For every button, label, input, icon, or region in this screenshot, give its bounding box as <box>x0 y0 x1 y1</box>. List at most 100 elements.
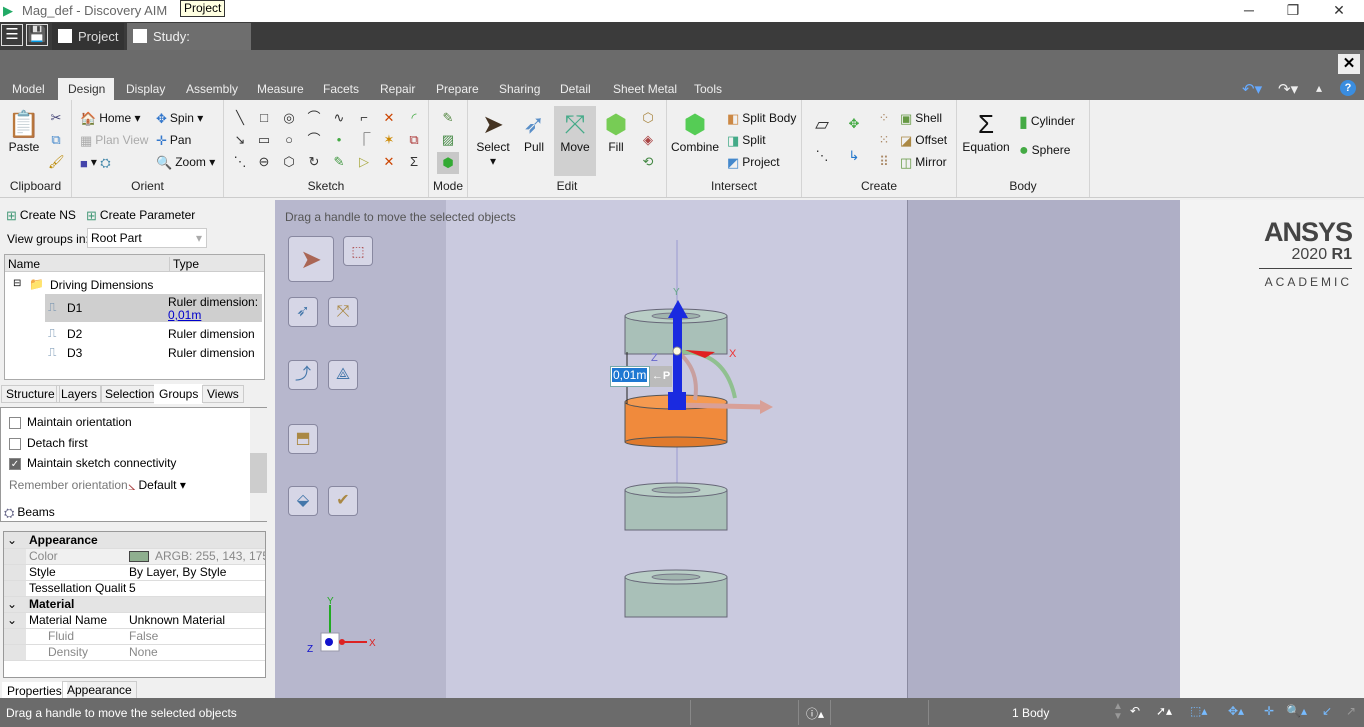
restore-button[interactable]: ❐ <box>1278 2 1308 19</box>
next-view-icon[interactable]: ↗ <box>1346 704 1356 718</box>
origin-icon[interactable]: ✥ <box>846 116 862 132</box>
sketch-mode-icon[interactable]: ✎ <box>440 110 456 126</box>
info-icon[interactable]: ⓘ▴ <box>806 705 824 722</box>
linear-pattern-icon[interactable]: ⁘ <box>876 110 892 126</box>
zoom-status-icon[interactable]: 🔍▴ <box>1286 704 1307 718</box>
tab-repair[interactable]: Repair <box>374 78 421 100</box>
split-body-button[interactable]: ◧ Split Body <box>727 111 796 127</box>
split-curve-icon[interactable]: ✕ <box>381 154 397 170</box>
move-button[interactable]: ⤧ Move <box>554 106 596 176</box>
orientation-dropdown[interactable]: ⦣ Default ▾ <box>128 478 186 494</box>
help-icon[interactable]: ? <box>1340 80 1356 96</box>
property-row-fluid[interactable]: Fluid False <box>4 628 265 645</box>
spin-status-icon[interactable]: ✥▴ <box>1228 704 1244 718</box>
shell-button[interactable]: ▣ Shell <box>900 111 942 127</box>
tab-measure[interactable]: Measure <box>251 78 310 100</box>
tab-facets[interactable]: Facets <box>317 78 365 100</box>
tab-project[interactable]: Project <box>52 23 124 50</box>
column-type[interactable]: Type <box>169 257 199 271</box>
collapse-icon[interactable]: ⊟ <box>13 278 21 289</box>
section-mode-icon[interactable]: ▨ <box>440 132 456 148</box>
offset-curve-icon[interactable]: ⎾ <box>356 132 372 148</box>
tab-sheet-metal[interactable]: Sheet Metal <box>607 78 683 100</box>
select-button[interactable]: ➤ Select ▾ <box>472 108 514 168</box>
property-row-tessellation[interactable]: Tessellation Qualit 5 <box>4 580 265 597</box>
spin-button[interactable]: ✥ Spin ▾ <box>156 111 203 127</box>
copy-icon[interactable]: ⧉ <box>48 132 64 148</box>
dimension-value-link[interactable]: 0,01m <box>168 308 201 322</box>
3d-viewport[interactable]: Drag a handle to move the selected objec… <box>275 200 1180 698</box>
view-groups-select[interactable]: Root Part ▾ <box>87 228 207 248</box>
circle-tool-icon[interactable]: ◎ <box>281 110 297 126</box>
equation-button[interactable]: Σ Equation <box>961 108 1011 154</box>
property-row-density[interactable]: Density None <box>4 644 265 661</box>
tab-design[interactable]: Design <box>58 78 114 100</box>
tab-selection[interactable]: Selection <box>100 385 160 403</box>
axis-icon[interactable]: ⋱ <box>814 148 830 164</box>
view-cube-button[interactable]: ■ ▾ ⛭ <box>80 155 114 171</box>
plane-icon[interactable]: ▱ <box>814 115 830 133</box>
material-header[interactable]: ⌄ Material <box>4 596 265 613</box>
arc-sweep-tool-icon[interactable]: ◜ <box>406 110 422 126</box>
tree-item-d1[interactable]: ⎍ D1 Ruler dimension: 0,01m <box>45 294 262 322</box>
pull-button[interactable]: ➶ Pull <box>513 108 555 154</box>
split-button[interactable]: ◨ Split <box>727 133 766 149</box>
tab-prepare[interactable]: Prepare <box>430 78 485 100</box>
tab-display[interactable]: Display <box>120 78 171 100</box>
cut-icon[interactable]: ✂ <box>48 110 64 126</box>
three-point-rectangle-icon[interactable]: ▭ <box>256 132 272 148</box>
tree-item-d2[interactable]: ⎍ D2 Ruler dimension <box>45 325 262 343</box>
detach-first-checkbox[interactable]: Detach first <box>9 436 88 450</box>
mirror-button[interactable]: ◫ Mirror <box>900 155 947 171</box>
project-button[interactable]: ◩ Project <box>727 155 780 171</box>
maintain-sketch-checkbox[interactable]: ✓ Maintain sketch connectivity <box>9 456 176 470</box>
redo-icon[interactable]: ↷▾ <box>1278 80 1298 98</box>
point-tool-icon[interactable]: • <box>331 132 347 148</box>
offset-button[interactable]: ◪ Offset <box>900 133 947 149</box>
dimension-parameter-button[interactable]: ←P <box>650 366 672 387</box>
tab-structure[interactable]: Structure <box>1 385 60 403</box>
line-tool-icon[interactable]: ╲ <box>232 110 248 126</box>
tangent-line-icon[interactable]: ↘ <box>232 132 248 148</box>
previous-view-icon[interactable]: ↙ <box>1322 704 1332 718</box>
tab-appearance[interactable]: Appearance <box>62 681 137 699</box>
tab-detail[interactable]: Detail <box>554 78 597 100</box>
equation-curve-icon[interactable]: Σ <box>406 154 422 170</box>
select-mode-icon[interactable]: ➚▴ <box>1156 704 1172 718</box>
close-study-button[interactable]: ✕ <box>1338 54 1360 74</box>
coordinate-system-icon[interactable]: ↳ <box>846 148 862 164</box>
bend-tool-icon[interactable]: ⌐ <box>356 110 372 126</box>
property-row-style[interactable]: Style By Layer, By Style <box>4 564 265 581</box>
undo-icon[interactable]: ↶▾ <box>1242 80 1262 98</box>
face-curve-icon[interactable]: ✎ <box>331 154 347 170</box>
tree-item-d3[interactable]: ⎍ D3 Ruler dimension <box>45 344 262 362</box>
replace-icon[interactable]: ◈ <box>640 132 656 148</box>
undo-selection-icon[interactable]: ↶ <box>1130 704 1140 718</box>
project-curve-icon[interactable]: ▷ <box>356 154 372 170</box>
sphere-button[interactable]: ● Sphere <box>1019 142 1070 160</box>
format-painter-icon[interactable]: 🖌 <box>48 154 65 170</box>
collapse-ribbon-icon[interactable]: ▴ <box>1316 81 1322 95</box>
polygon-tool-icon[interactable]: ⬡ <box>281 154 297 170</box>
color-swatch[interactable] <box>129 551 149 563</box>
appearance-header[interactable]: ⌄ Appearance <box>4 532 265 549</box>
close-button[interactable]: ✕ <box>1324 2 1354 19</box>
property-row-material-name[interactable]: ⌄ Material Name Unknown Material <box>4 612 265 629</box>
column-name[interactable]: Name <box>8 257 40 271</box>
tab-views[interactable]: Views <box>202 385 244 403</box>
property-row-color[interactable]: ColorARGB: 255, 143, 175, 1 <box>4 548 265 565</box>
rectangle-tool-icon[interactable]: □ <box>256 110 272 126</box>
body-cylinder-third[interactable] <box>624 482 728 531</box>
dimension-input[interactable]: 0,01m <box>610 366 650 387</box>
fill-button[interactable]: ⬢ Fill <box>595 108 637 154</box>
arc-tool-icon[interactable]: ⌒ <box>306 110 322 126</box>
create-parameter-button[interactable]: ⊞ Create Parameter <box>86 208 195 224</box>
folder-driving-dimensions[interactable]: ⊟ 📁 Driving Dimensions <box>5 277 264 293</box>
box-select-icon[interactable]: ⬚▴ <box>1190 704 1207 718</box>
maintain-orientation-checkbox[interactable]: Maintain orientation <box>9 415 132 429</box>
spline-tool-icon[interactable]: ∿ <box>331 110 347 126</box>
circular-pattern-icon[interactable]: ⁙ <box>876 132 892 148</box>
scrollbar[interactable] <box>250 408 267 521</box>
sweep-arc-icon[interactable]: ↻ <box>306 154 322 170</box>
beams-section[interactable]: ⛭ Beams <box>4 505 55 521</box>
